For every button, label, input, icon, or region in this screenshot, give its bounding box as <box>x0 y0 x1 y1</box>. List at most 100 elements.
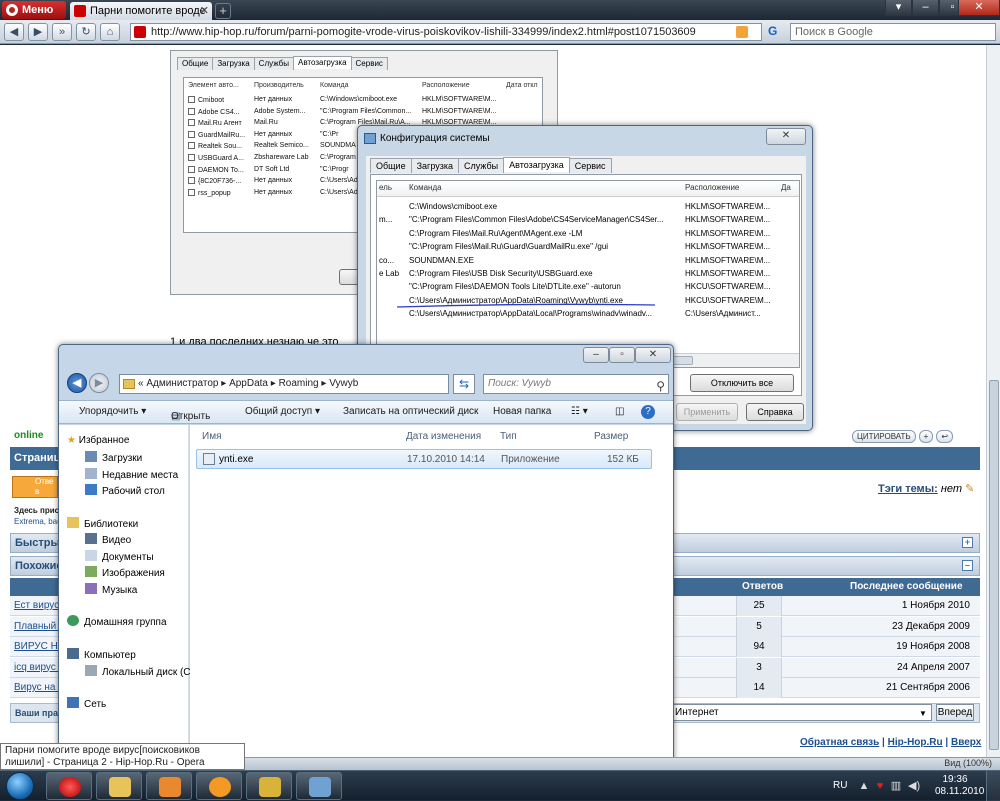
col-location[interactable]: Расположение <box>685 183 739 192</box>
startup-row[interactable]: "C:\Program Files\DAEMON Tools Lite\DTLi… <box>377 281 797 295</box>
fast-forward-icon[interactable]: » <box>52 23 72 41</box>
nav-local-disk[interactable]: Локальный диск (C <box>85 665 191 678</box>
tab-boot[interactable]: Загрузка <box>410 158 459 173</box>
explorer-close-button[interactable]: ✕ <box>635 347 671 363</box>
refresh-icon[interactable]: ⇆ <box>453 374 475 394</box>
apply-button[interactable]: Применить <box>676 403 738 421</box>
multiquote-button[interactable]: + <box>918 430 934 443</box>
col-date[interactable]: Да <box>781 183 791 192</box>
startup-row[interactable]: co... SOUNDMAN.EXE HKLM\SOFTWARE\M... <box>377 255 797 269</box>
startup-row[interactable]: e Lab C:\Program Files\USB Disk Security\… <box>377 268 797 282</box>
google-icon[interactable]: G <box>768 24 786 40</box>
forward-icon[interactable]: ▶ <box>28 23 48 41</box>
opera-menu-button[interactable]: Меню <box>2 1 66 19</box>
similar-topic-title[interactable]: icq вирус о <box>14 662 64 673</box>
reload-icon[interactable]: ↻ <box>76 23 96 41</box>
explorer-back-icon[interactable]: ◀ <box>67 373 87 393</box>
breadcrumb-item[interactable]: Roaming <box>279 378 319 389</box>
col-command[interactable]: Команда <box>409 183 442 192</box>
nav-computer[interactable]: Компьютер <box>67 648 136 661</box>
nav-desktop[interactable]: Рабочий стол <box>85 484 165 497</box>
network-tray-icon[interactable]: ▥ <box>890 780 902 792</box>
nav-recent[interactable]: Недавние места <box>85 468 178 481</box>
task-explorer[interactable] <box>96 772 142 800</box>
share-button[interactable]: Общий доступ ▾ <box>245 406 320 417</box>
startup-row[interactable]: C:\Program Files\Mail.Ru\Agent\MAgent.ex… <box>377 228 797 242</box>
new-folder-button[interactable]: Новая папка <box>493 406 551 417</box>
startup-grid[interactable]: ель Команда Расположение Да C:\Windows\c… <box>376 180 800 368</box>
disable-all-button[interactable]: Отключить все <box>690 374 794 392</box>
style-select[interactable]: Интернет ▼ <box>670 704 932 721</box>
col-manufacturer[interactable]: ель <box>379 183 392 192</box>
quote-button[interactable]: ЦИТИРОВАТЬ <box>852 430 916 443</box>
preview-pane-icon[interactable]: ◫ <box>615 406 624 417</box>
breadcrumb-item[interactable]: Vywyb <box>329 378 358 389</box>
burn-button[interactable]: Записать на оптический диск <box>343 406 478 417</box>
language-indicator[interactable]: RU <box>833 780 847 791</box>
startup-row[interactable]: C:\Windows\cmiboot.exe HKLM\SOFTWARE\M... <box>377 201 797 215</box>
address-bar[interactable]: http://www.hip-hop.ru/forum/parni-pomogi… <box>130 23 762 41</box>
explorer-search-input[interactable]: Поиск: Vywyb ⚲ <box>483 374 669 394</box>
col-name[interactable]: Имя <box>202 431 221 442</box>
new-tab-button[interactable]: + <box>215 3 231 19</box>
browser-tab[interactable]: Парни помогите вроде ✕ <box>70 2 212 20</box>
top-link[interactable]: Вверх <box>951 737 981 748</box>
back-icon[interactable]: ◀ <box>4 23 24 41</box>
tab-general[interactable]: Общие <box>370 158 412 173</box>
breadcrumb-item[interactable]: AppData <box>229 378 268 389</box>
explorer-maximize-button[interactable]: ▫ <box>609 347 635 363</box>
show-desktop-button[interactable] <box>986 771 1000 801</box>
breadcrumb-overflow[interactable]: « <box>138 378 144 389</box>
tab-tools[interactable]: Сервис <box>568 158 612 173</box>
help-icon[interactable]: ? <box>641 405 655 419</box>
feedback-link[interactable]: Обратная связь <box>800 737 879 748</box>
close-button[interactable]: ✕ <box>958 0 1000 16</box>
task-msconfig[interactable] <box>296 772 342 800</box>
answer-button[interactable]: Отве в этой <box>12 476 58 506</box>
nav-video[interactable]: Видео <box>85 533 131 546</box>
breadcrumb-item[interactable]: Администратор <box>146 378 218 389</box>
view-options-icon[interactable]: ☷ ▾ <box>571 406 588 417</box>
task-mail-agent[interactable] <box>196 772 242 800</box>
col-size[interactable]: Размер <box>594 431 628 442</box>
nav-libraries[interactable]: Библиотеки <box>67 517 138 530</box>
tags-label[interactable]: Тэги темы: <box>878 483 938 495</box>
explorer-address-bar[interactable]: « Администратор ▸ AppData ▸ Roaming ▸ Vy… <box>119 374 449 394</box>
nav-images[interactable]: Изображения <box>85 566 165 579</box>
heart-icon[interactable]: ♥ <box>874 780 886 792</box>
volume-icon[interactable]: ◀) <box>908 780 920 792</box>
nav-network[interactable]: Сеть <box>67 697 106 710</box>
clock[interactable]: 19:36 08.11.2010 <box>935 774 984 798</box>
tab-close-icon[interactable]: ✕ <box>200 2 209 20</box>
tray-expand-icon[interactable]: ▲ <box>858 780 870 792</box>
site-link[interactable]: Hip-Hop.Ru <box>888 737 943 748</box>
page-scrollbar[interactable] <box>986 45 1000 775</box>
opera-menu-extra-icon[interactable]: ▾ <box>885 0 912 16</box>
home-icon[interactable]: ⌂ <box>100 23 120 41</box>
col-type[interactable]: Тип <box>500 431 517 442</box>
collapse-icon[interactable]: – <box>962 560 973 571</box>
explorer-minimize-button[interactable]: – <box>583 347 609 363</box>
reply-button[interactable]: ↩ <box>936 430 954 443</box>
pencil-icon[interactable]: ✎ <box>965 483 974 495</box>
file-row[interactable]: ynti.exe 17.10.2010 14:14 Приложение 152… <box>196 449 652 469</box>
search-icon[interactable]: ⚲ <box>656 377 665 395</box>
task-media-player[interactable] <box>146 772 192 800</box>
rss-icon[interactable] <box>736 26 748 38</box>
nav-downloads[interactable]: Загрузки <box>85 451 142 464</box>
organize-button[interactable]: Упорядочить ▾ <box>79 406 146 417</box>
similar-topic-title[interactable]: Плавный - <box>14 621 62 632</box>
explorer-forward-icon[interactable]: ▶ <box>89 373 109 393</box>
go-button[interactable]: Вперед <box>936 704 974 721</box>
nav-favorites[interactable]: ★ Избранное <box>67 435 129 446</box>
nav-homegroup[interactable]: Домашняя группа <box>67 615 167 628</box>
tab-startup[interactable]: Автозагрузка <box>503 157 570 172</box>
search-input[interactable]: Поиск в Google <box>790 23 996 41</box>
task-tools[interactable] <box>246 772 292 800</box>
startup-row[interactable]: "C:\Program Files\Mail.Ru\Guard\GuardMai… <box>377 241 797 255</box>
expand-icon[interactable]: + <box>962 537 973 548</box>
page-scroll-thumb[interactable] <box>989 380 999 750</box>
help-button[interactable]: Справка <box>746 403 804 421</box>
dialog-close-button[interactable]: ✕ <box>766 128 806 145</box>
col-date-modified[interactable]: Дата изменения <box>406 431 481 442</box>
